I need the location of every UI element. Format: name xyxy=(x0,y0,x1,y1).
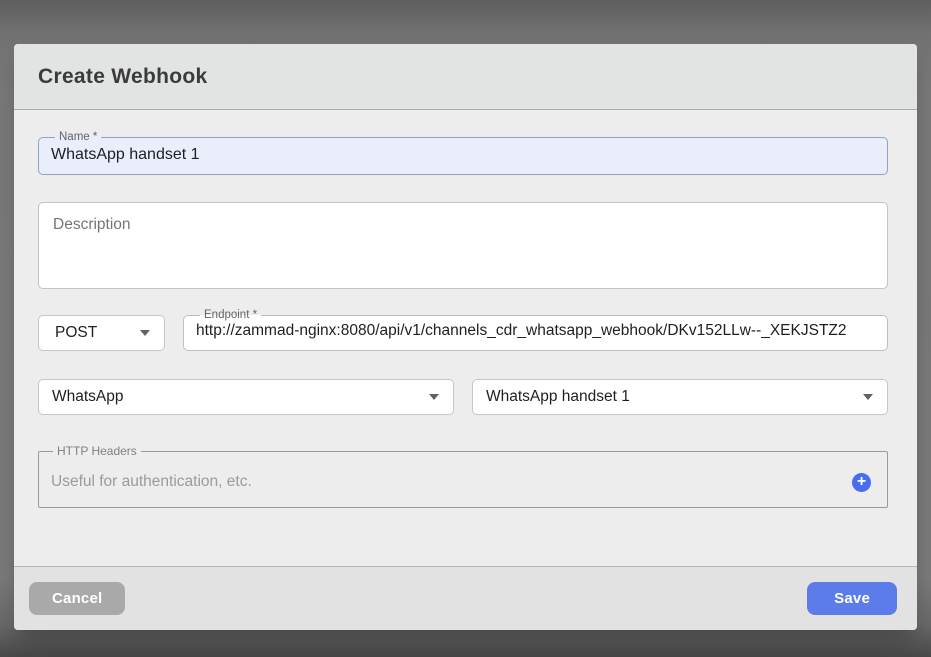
handset-select-value: WhatsApp handset 1 xyxy=(486,388,630,406)
channel-select-value: WhatsApp xyxy=(52,388,124,406)
dialog-header: Create Webhook xyxy=(14,44,917,110)
chevron-down-icon xyxy=(140,330,150,336)
page-title: Create Webhook xyxy=(38,65,208,89)
save-button[interactable]: Save xyxy=(807,582,897,615)
plus-icon: + xyxy=(857,474,866,490)
endpoint-field-value[interactable]: http://zammad-nginx:8080/api/v1/channels… xyxy=(196,321,875,341)
endpoint-field[interactable]: Endpoint * http://zammad-nginx:8080/api/… xyxy=(183,309,888,351)
http-headers-field: HTTP Headers Useful for authentication, … xyxy=(38,445,888,508)
add-header-button[interactable]: + xyxy=(852,473,871,492)
channel-row: WhatsApp WhatsApp handset 1 xyxy=(38,379,888,415)
name-field-value[interactable]: WhatsApp handset 1 xyxy=(51,144,875,165)
http-headers-label: HTTP Headers xyxy=(53,445,141,457)
http-method-select[interactable]: POST xyxy=(38,315,165,351)
http-headers-placeholder: Useful for authentication, etc. xyxy=(51,473,252,491)
cancel-button[interactable]: Cancel xyxy=(29,582,125,615)
http-method-value: POST xyxy=(55,324,97,342)
http-headers-row: Useful for authentication, etc. + xyxy=(51,457,871,507)
chevron-down-icon xyxy=(863,394,873,400)
handset-select[interactable]: WhatsApp handset 1 xyxy=(472,379,888,415)
channel-select[interactable]: WhatsApp xyxy=(38,379,454,415)
name-field-label: Name * xyxy=(55,131,101,143)
endpoint-row: POST Endpoint * http://zammad-nginx:8080… xyxy=(38,309,888,351)
description-placeholder: Description xyxy=(53,216,873,234)
description-field[interactable]: Description xyxy=(38,202,888,289)
chevron-down-icon xyxy=(429,394,439,400)
create-webhook-dialog: Create Webhook Name * WhatsApp handset 1… xyxy=(14,44,917,630)
endpoint-field-label: Endpoint * xyxy=(200,309,261,321)
dialog-footer: Cancel Save xyxy=(14,566,917,630)
name-field[interactable]: Name * WhatsApp handset 1 xyxy=(38,131,888,175)
dialog-body: Name * WhatsApp handset 1 Description PO… xyxy=(14,110,917,566)
